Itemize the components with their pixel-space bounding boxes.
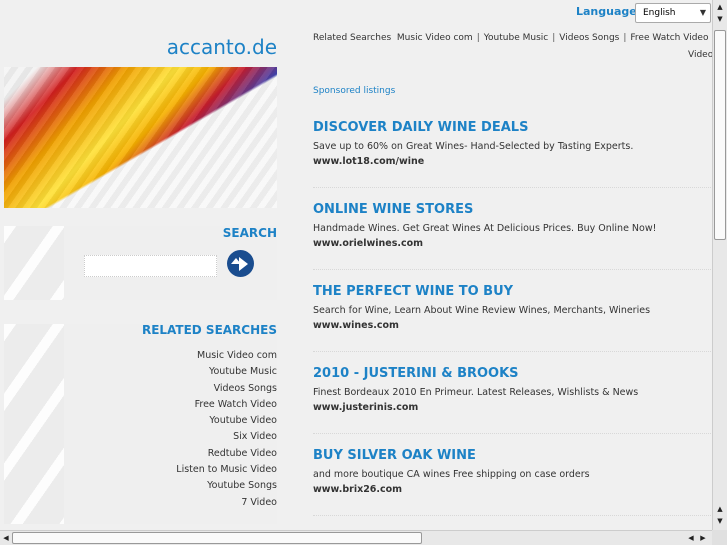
ad-description: Handmade Wines. Get Great Wines At Delic… <box>313 223 657 234</box>
ad-url-link[interactable]: www.orielwines.com <box>313 238 713 249</box>
ad-title-link[interactable]: ONLINE WINE STORES <box>313 202 713 217</box>
scroll-down-icon[interactable]: ▼ <box>714 515 726 527</box>
header-artwork <box>4 67 277 208</box>
related-link[interactable]: Youtube Video <box>100 413 277 429</box>
ad-description: Search for Wine, Learn About Wine Review… <box>313 305 651 316</box>
related-link[interactable]: Youtube Music <box>100 364 277 380</box>
horizontal-scroll-thumb[interactable] <box>12 532 422 544</box>
ad-title-link[interactable]: 2010 - JUSTERINI & BROOKS <box>313 366 713 381</box>
scroll-down-icon[interactable]: ▼ <box>714 13 726 25</box>
divider <box>313 269 713 270</box>
top-related-bar: Related Searches Music Video com | Youtube… <box>313 33 713 43</box>
ad-description: Finest Bordeaux 2010 En Primeur. Latest … <box>313 387 639 398</box>
related-searches-heading: RELATED SEARCHES <box>141 323 277 337</box>
ad-title-link[interactable]: BUY SILVER OAK WINE <box>313 448 713 463</box>
related-link[interactable]: Videos Songs <box>100 381 277 397</box>
related-link[interactable]: Six Video <box>100 429 277 445</box>
language-label: Language: <box>576 5 642 18</box>
top-related-label: Related Searches <box>313 33 392 43</box>
scroll-right-icon[interactable]: ▶ <box>697 532 709 544</box>
scroll-up-icon[interactable]: ▲ <box>714 1 726 13</box>
search-input[interactable] <box>84 255 217 277</box>
divider <box>313 433 713 434</box>
divider <box>313 351 713 352</box>
scroll-left-icon[interactable]: ◀ <box>685 532 697 544</box>
ad-listing: DISCOVER DAILY WINE DEALS Save up to 60%… <box>313 120 713 167</box>
related-searches-list: Music Video com Youtube Music Videos Son… <box>100 348 277 511</box>
ad-description: and more boutique CA wines Free shipping… <box>313 469 590 480</box>
vertical-scrollbar[interactable]: ▲ ▼ ▲ ▼ <box>712 0 727 530</box>
scroll-left-icon[interactable]: ◀ <box>0 532 12 544</box>
ad-listing: 2010 - JUSTERINI & BROOKS Finest Bordeau… <box>313 366 713 413</box>
related-link[interactable]: Music Video com <box>100 348 277 364</box>
horizontal-scrollbar[interactable]: ◀ ◀ ▶ <box>0 530 712 545</box>
related-link[interactable]: Youtube Songs <box>100 478 277 494</box>
top-related-link[interactable]: Music Video com <box>397 33 473 43</box>
ad-title-link[interactable]: DISCOVER DAILY WINE DEALS <box>313 120 713 135</box>
ad-url-link[interactable]: www.justerinis.com <box>313 402 713 413</box>
vertical-scroll-thumb[interactable] <box>714 30 726 240</box>
scrollbar-corner <box>712 530 727 545</box>
chevron-down-icon: ▼ <box>699 8 706 17</box>
ad-listing: THE PERFECT WINE TO BUY Search for Wine,… <box>313 284 713 331</box>
related-link[interactable]: Free Watch Video <box>100 397 277 413</box>
site-title[interactable]: accanto.de <box>120 35 277 59</box>
search-go-icon[interactable] <box>227 250 254 277</box>
ad-listing: ONLINE WINE STORES Handmade Wines. Get G… <box>313 202 713 249</box>
ad-description: Save up to 60% on Great Wines- Hand-Sele… <box>313 141 634 152</box>
language-selected: English <box>643 8 676 18</box>
language-select[interactable]: English ▼ <box>635 3 711 23</box>
divider <box>313 515 713 516</box>
divider <box>313 187 713 188</box>
search-heading: SEARCH <box>222 226 277 240</box>
top-related-link[interactable]: Free Watch Video <box>630 33 708 43</box>
scroll-up-icon[interactable]: ▲ <box>714 503 726 515</box>
related-link[interactable]: Redtube Video <box>100 446 277 462</box>
ad-url-link[interactable]: www.wines.com <box>313 320 713 331</box>
top-related-link[interactable]: Youtube Music <box>484 33 548 43</box>
ad-title-link[interactable]: THE PERFECT WINE TO BUY <box>313 284 713 299</box>
top-related-link[interactable]: Videos Songs <box>559 33 619 43</box>
related-link[interactable]: Listen to Music Video <box>100 462 277 478</box>
ad-url-link[interactable]: www.brix26.com <box>313 484 713 495</box>
ad-url-link[interactable]: www.lot18.com/wine <box>313 156 713 167</box>
ad-listing: BUY SILVER OAK WINE and more boutique CA… <box>313 448 713 495</box>
related-link[interactable]: 7 Video <box>100 495 277 511</box>
top-related-link[interactable]: Video <box>688 50 713 60</box>
sponsored-label: Sponsored listings <box>313 86 396 96</box>
